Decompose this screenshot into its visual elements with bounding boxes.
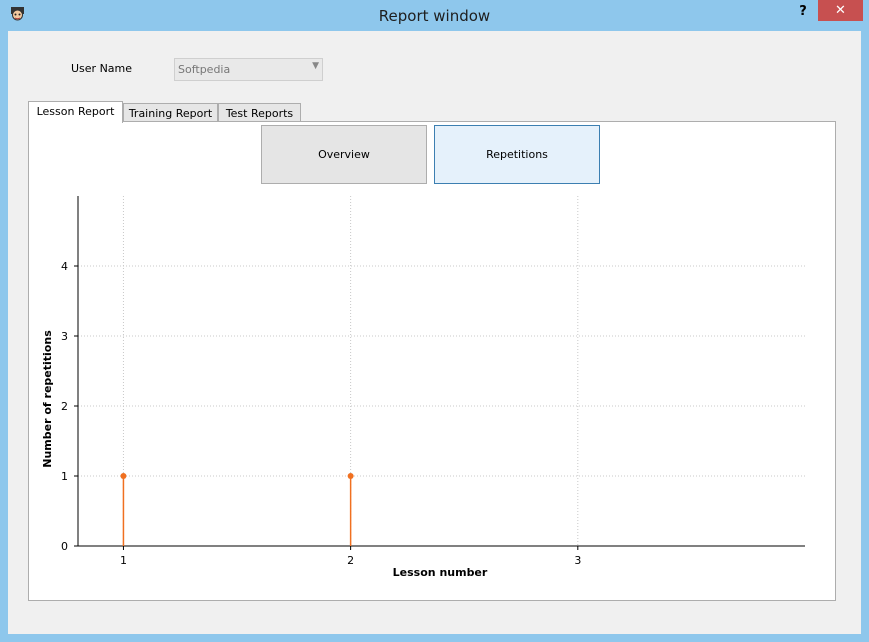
y-tick-label: 3 <box>61 330 68 343</box>
y-axis-label: Number of repetitions <box>41 330 54 468</box>
x-axis-label: Lesson number <box>393 566 488 579</box>
overview-button[interactable]: Overview <box>261 125 427 184</box>
repetitions-chart: 0 1 2 3 4 1 2 3 Lesson number Number of repetit… <box>41 196 805 579</box>
y-tick-label: 2 <box>61 400 68 413</box>
x-tick-label: 2 <box>347 554 354 567</box>
data-point <box>347 473 354 479</box>
tab-test-reports[interactable]: Test Reports <box>218 103 301 123</box>
data-point <box>120 473 127 479</box>
help-button[interactable]: ? <box>796 4 810 22</box>
y-tick-label: 0 <box>61 540 68 553</box>
tab-training-report[interactable]: Training Report <box>123 103 218 123</box>
close-button[interactable]: ✕ <box>818 0 863 21</box>
repetitions-button[interactable]: Repetitions <box>434 125 600 184</box>
chevron-down-icon: ▼ <box>312 61 319 71</box>
lesson-report-panel: Overview Repetitions 0 1 2 3 4 1 2 3 Lesson num… <box>28 121 836 601</box>
y-tick-label: 4 <box>61 260 68 273</box>
user-name-dropdown[interactable]: Softpedia ▼ <box>174 58 323 81</box>
x-tick-label: 1 <box>120 554 127 567</box>
x-tick-label: 3 <box>574 554 581 567</box>
window-client-area: User Name Softpedia ▼ Lesson Report Trai… <box>8 31 861 634</box>
window-title: Report window <box>378 7 491 25</box>
user-name-label: User Name <box>71 62 133 75</box>
title-bar: Report window ? ✕ <box>0 0 869 31</box>
user-name-value: Softpedia <box>178 63 231 76</box>
y-tick-label: 1 <box>61 470 68 483</box>
tab-lesson-report[interactable]: Lesson Report <box>28 101 123 123</box>
